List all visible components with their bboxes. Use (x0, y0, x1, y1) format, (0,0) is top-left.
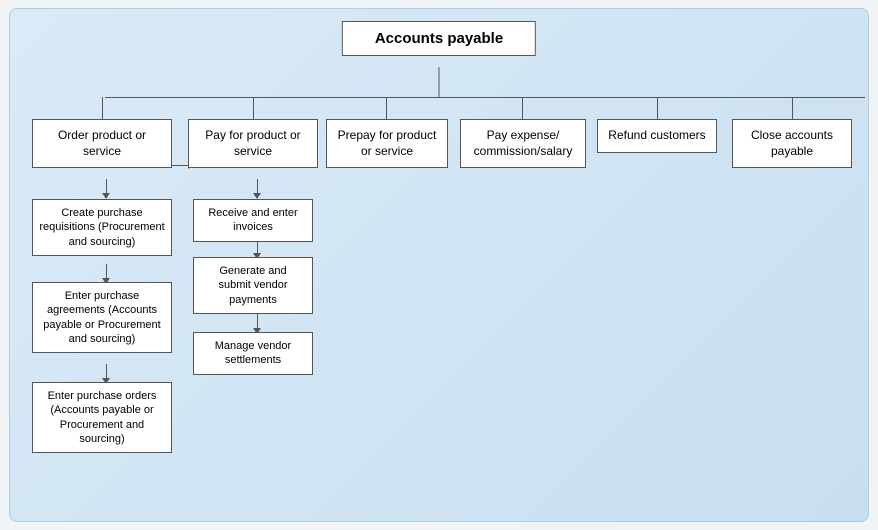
arrow-order-down1 (102, 179, 110, 199)
node-expense: Pay expense/commission/salary (460, 119, 586, 168)
child-order-2: Enter purchaseagreements (Accountspayabl… (32, 282, 172, 353)
root-line (439, 67, 440, 97)
child-order-3: Enter purchase orders(Accounts payable o… (32, 382, 172, 453)
arrow-pay-down2 (253, 239, 261, 259)
v-line-refund (657, 97, 658, 119)
node-refund: Refund customers (597, 119, 717, 153)
root-label: Accounts payable (375, 30, 503, 47)
arrow-pay-down1 (253, 179, 261, 199)
arrow-order-down2 (102, 264, 110, 284)
root-node: Accounts payable (342, 21, 536, 56)
child-pay-2: Generate andsubmit vendorpayments (193, 257, 313, 314)
arrow-pay-down3 (253, 314, 261, 334)
top-h-line (105, 97, 865, 98)
v-line-prepay (386, 97, 387, 119)
child-pay-1: Receive and enterinvoices (193, 199, 313, 242)
node-prepay: Prepay for productor service (326, 119, 448, 168)
node-close: Close accountspayable (732, 119, 852, 168)
v-line-expense (522, 97, 523, 119)
diagram-container: Accounts payable Order product orservice… (9, 8, 869, 522)
v-line-pay (253, 97, 254, 119)
child-pay-3: Manage vendorsettlements (193, 332, 313, 375)
arrow-order-down3 (102, 364, 110, 384)
v-line-close (792, 97, 793, 119)
node-order: Order product orservice (32, 119, 172, 168)
node-pay: Pay for product orservice (188, 119, 318, 168)
v-line-order (102, 97, 103, 119)
child-order-1: Create purchaserequisitions (Procurement… (32, 199, 172, 256)
